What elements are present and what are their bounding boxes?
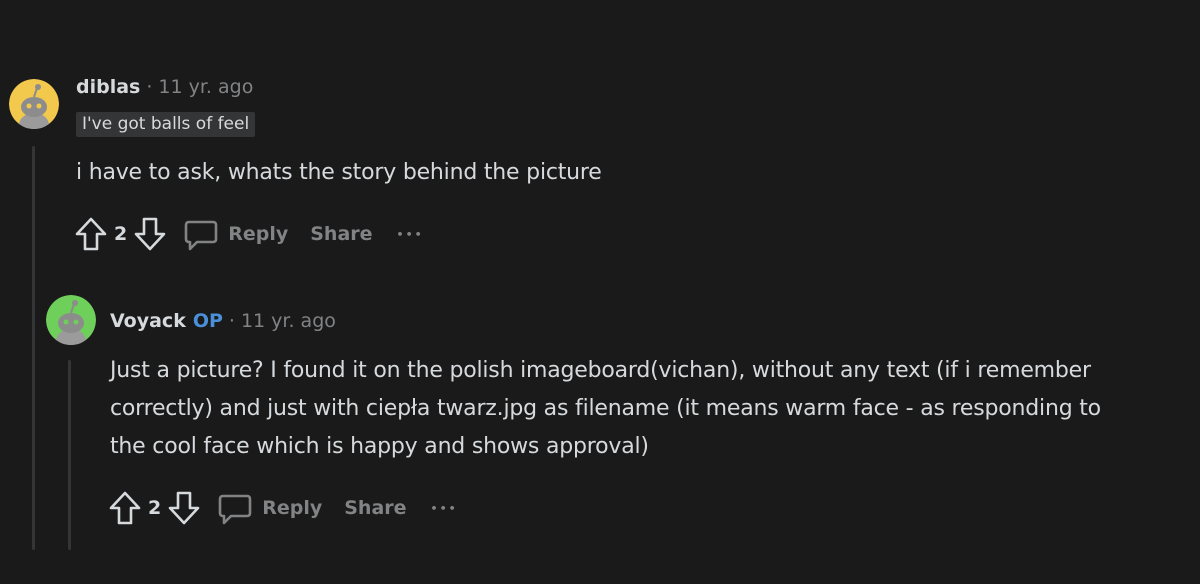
more-icon: ••• <box>430 501 458 515</box>
author-name[interactable]: diblas <box>76 76 140 98</box>
avatar[interactable] <box>9 79 59 129</box>
comment-text-line: the cool face which is happy and shows a… <box>110 434 649 459</box>
timestamp[interactable]: 11 yr. ago <box>241 310 336 332</box>
author-name[interactable]: Voyack <box>110 310 186 332</box>
upvote-icon[interactable] <box>74 216 108 252</box>
comment-actions: 2 Reply Share ••• <box>108 488 458 528</box>
thread-line-outer[interactable] <box>32 146 35 550</box>
thread-line-inner[interactable] <box>68 360 71 550</box>
user-flair: I've got balls of feel <box>76 112 256 137</box>
snoo-avatar-icon <box>9 79 59 129</box>
share-label: Share <box>344 497 407 519</box>
more-options-button[interactable]: ••• <box>397 228 424 241</box>
vote-score: 2 <box>114 223 128 245</box>
share-label: Share <box>310 223 373 245</box>
op-badge: OP <box>192 310 223 332</box>
snoo-avatar-icon <box>46 295 96 345</box>
comment-bubble-icon <box>184 220 218 251</box>
separator: · <box>228 310 235 332</box>
more-icon: ••• <box>396 227 424 241</box>
comment-meta: diblas · 11 yr. ago <box>76 76 253 98</box>
downvote-icon[interactable] <box>133 216 167 252</box>
comment-bubble-icon <box>218 494 252 525</box>
avatar[interactable] <box>46 295 96 345</box>
share-button[interactable]: Share <box>310 223 372 245</box>
timestamp[interactable]: 11 yr. ago <box>158 76 253 98</box>
reply-label: Reply <box>262 497 323 519</box>
comment-meta: Voyack OP · 11 yr. ago <box>110 310 336 332</box>
downvote-icon[interactable] <box>167 490 201 526</box>
comment-body: i have to ask, whats the story behind th… <box>76 154 602 192</box>
separator: · <box>146 76 153 98</box>
upvote-icon[interactable] <box>108 490 142 526</box>
comment-text-line: i have to ask, whats the story behind th… <box>76 160 602 185</box>
share-button[interactable]: Share <box>344 497 406 519</box>
reply-label: Reply <box>228 223 289 245</box>
comment-text-line: correctly) and just with ciepła twarz.jp… <box>110 396 1101 421</box>
more-options-button[interactable]: ••• <box>431 502 458 515</box>
vote-score: 2 <box>148 497 162 519</box>
comment-actions: 2 Reply Share ••• <box>74 214 424 254</box>
reply-button[interactable]: Reply <box>183 216 288 252</box>
comment-body: Just a picture? I found it on the polish… <box>110 352 1101 466</box>
reply-button[interactable]: Reply <box>217 490 322 526</box>
comment-text-line: Just a picture? I found it on the polish… <box>110 358 1091 383</box>
